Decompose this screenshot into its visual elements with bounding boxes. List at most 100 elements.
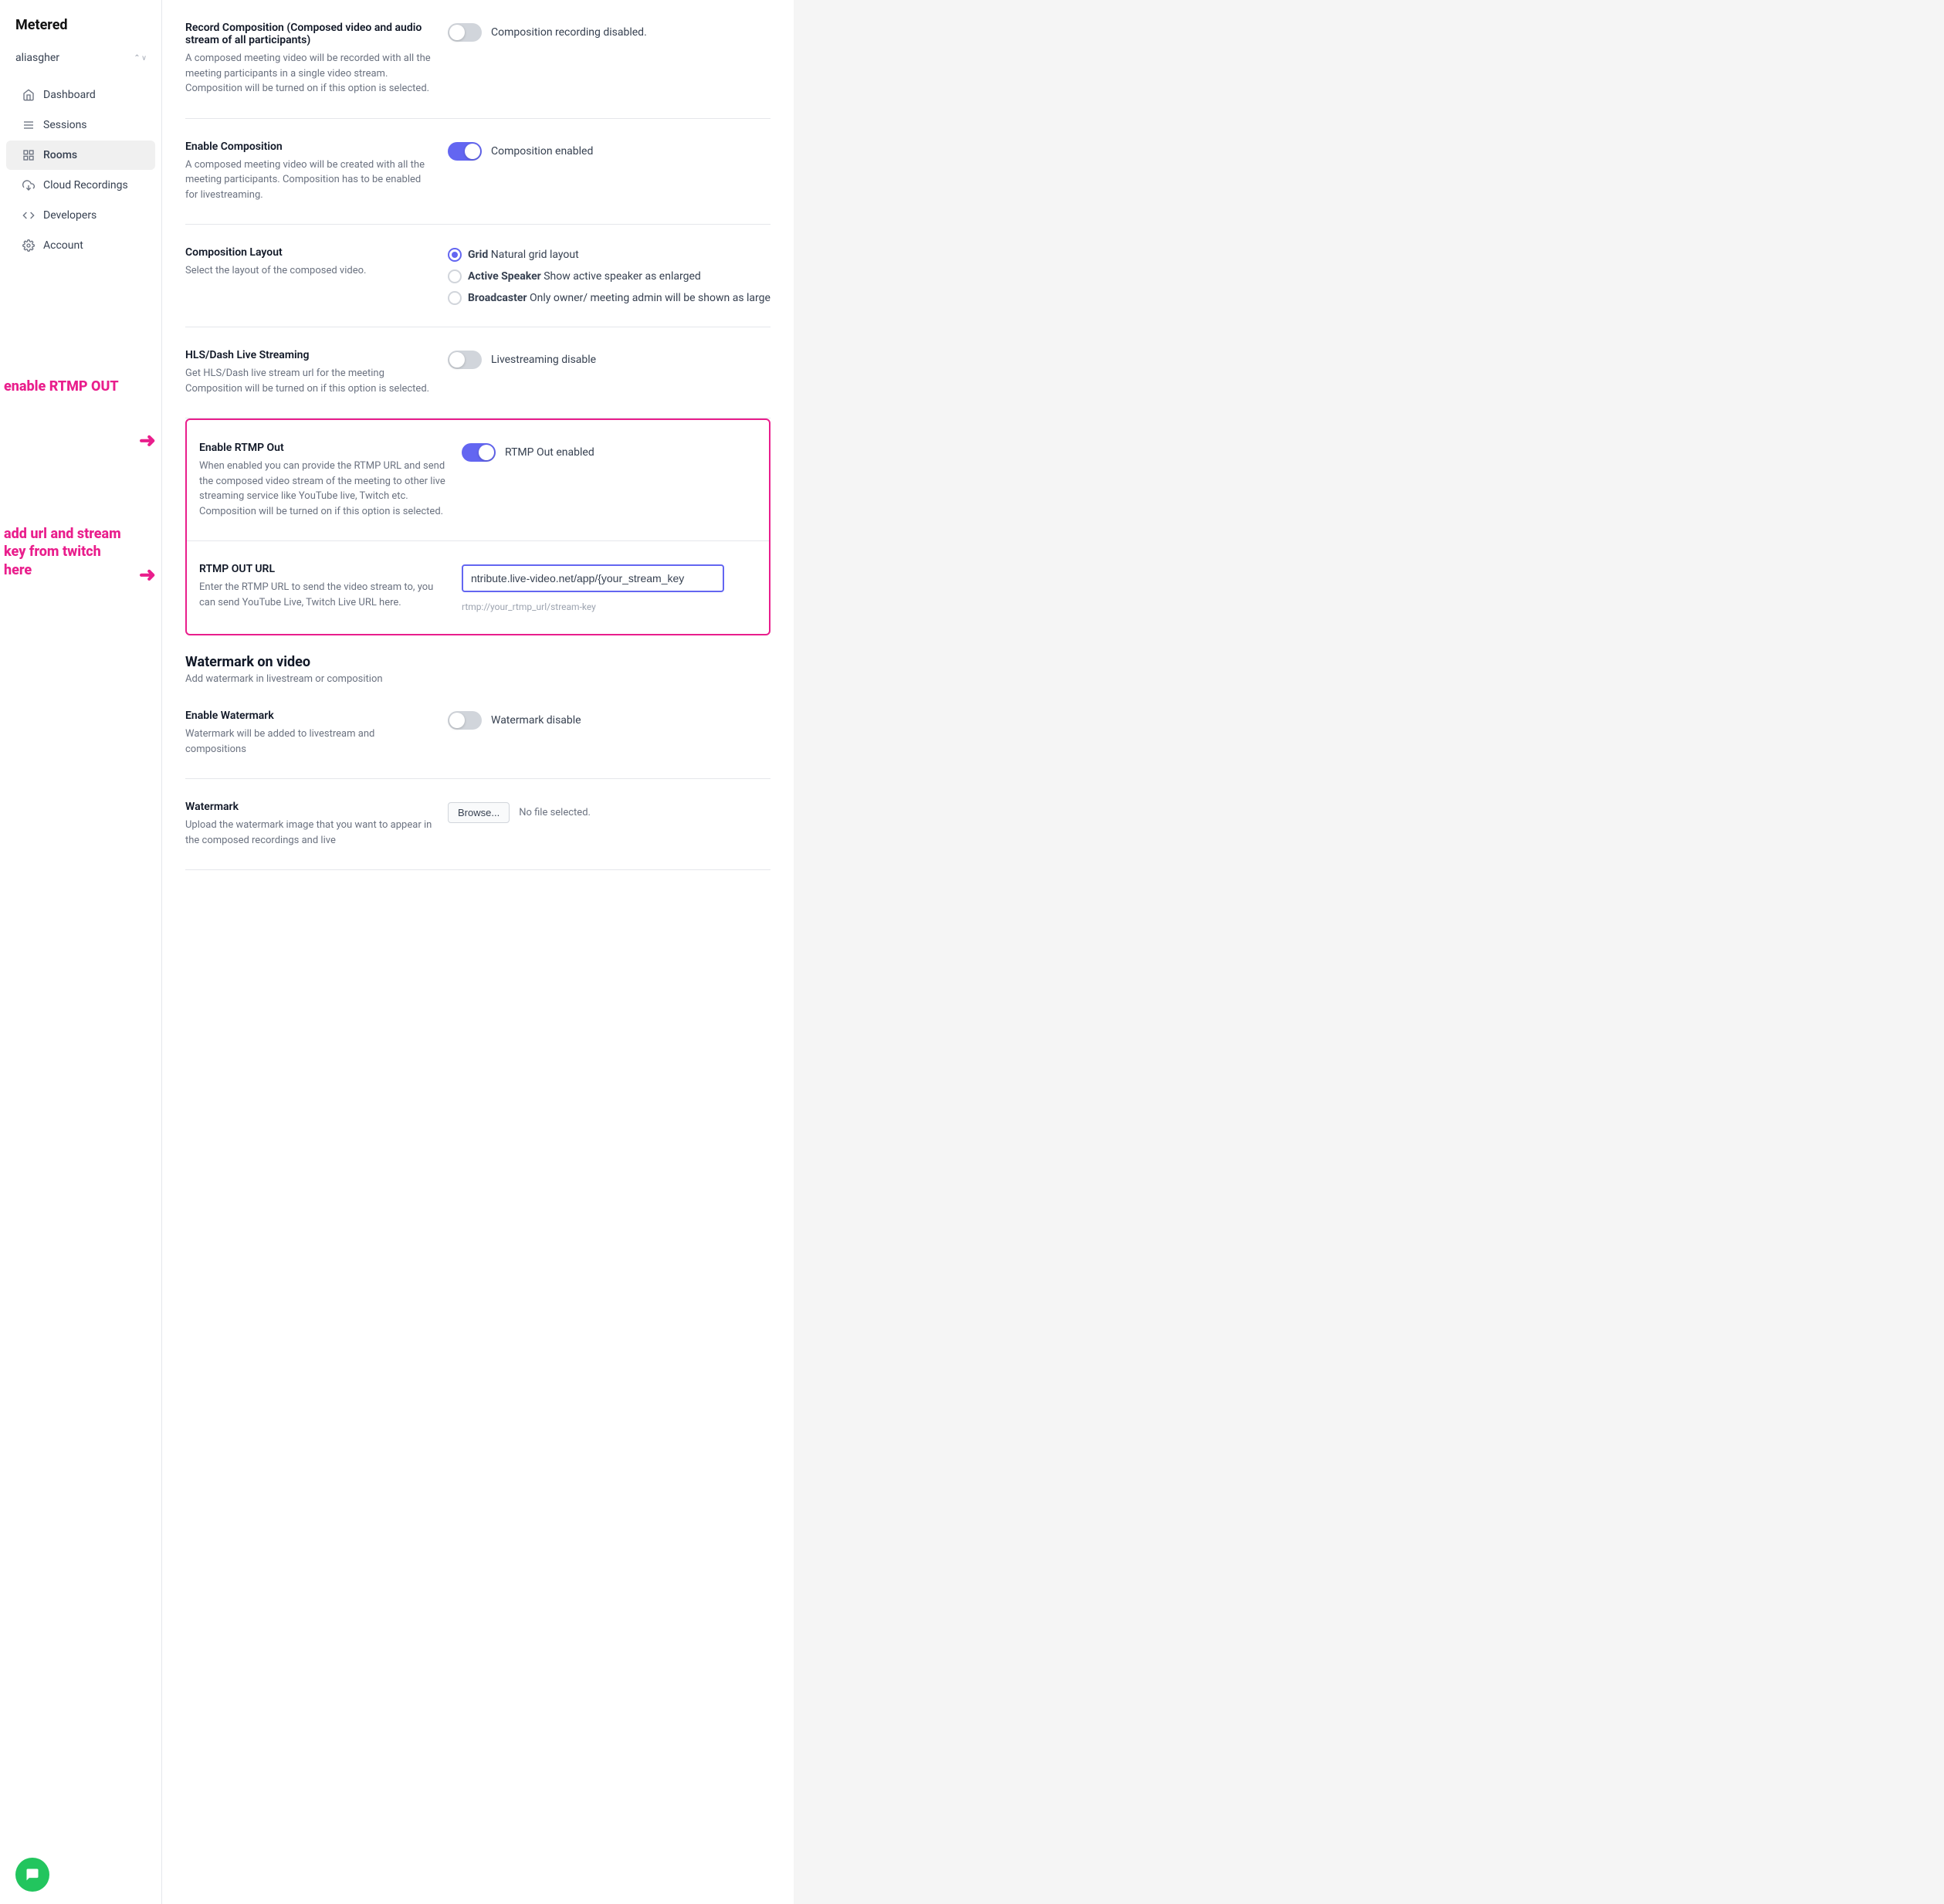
- record-composition-label-col: Record Composition (Composed video and a…: [185, 22, 432, 97]
- enable-composition-label-col: Enable Composition A composed meeting vi…: [185, 141, 432, 203]
- layout-active-speaker-label: Active Speaker Show active speaker as en…: [468, 270, 701, 283]
- sidebar-item-label: Developers: [43, 209, 97, 222]
- browse-button[interactable]: Browse...: [448, 802, 510, 823]
- sidebar-item-label: Account: [43, 239, 83, 252]
- enable-watermark-control: Watermark disable: [448, 710, 770, 730]
- rooms-icon: [22, 148, 36, 162]
- sidebar-item-label: Dashboard: [43, 89, 96, 101]
- sidebar-item-label: Cloud Recordings: [43, 179, 128, 191]
- sidebar-item-dashboard[interactable]: Dashboard: [6, 80, 155, 110]
- enable-watermark-label-col: Enable Watermark Watermark will be added…: [185, 710, 432, 757]
- rtmp-out-row: Enable RTMP Out When enabled you can pro…: [187, 420, 769, 541]
- enable-watermark-label: Enable Watermark: [185, 710, 432, 722]
- composition-layout-label-col: Composition Layout Select the layout of …: [185, 246, 432, 279]
- rtmp-url-label: RTMP OUT URL: [199, 563, 446, 575]
- record-composition-toggle-row: Composition recording disabled.: [448, 23, 770, 42]
- hls-dash-desc: Get HLS/Dash live stream url for the mee…: [185, 366, 432, 396]
- rtmp-out-label-col: Enable RTMP Out When enabled you can pro…: [199, 442, 446, 519]
- sidebar-footer: [0, 1845, 161, 1904]
- rtmp-out-status: RTMP Out enabled: [505, 446, 594, 459]
- rtmp-url-desc: Enter the RTMP URL to send the video str…: [199, 580, 446, 610]
- rtmp-url-control: rtmp://your_rtmp_url/stream-key: [462, 563, 757, 612]
- watermark-section-header: Watermark on video Add watermark in live…: [185, 635, 770, 688]
- rtmp-out-desc: When enabled you can provide the RTMP UR…: [199, 459, 446, 519]
- watermark-file-row: Watermark Upload the watermark image tha…: [185, 779, 770, 870]
- watermark-title: Watermark on video: [185, 654, 770, 670]
- sidebar-item-cloud-recordings[interactable]: Cloud Recordings: [6, 171, 155, 200]
- user-menu[interactable]: aliasgher ⌃ v: [0, 46, 161, 76]
- rtmp-out-control: RTMP Out enabled: [462, 442, 757, 462]
- hls-dash-toggle[interactable]: [448, 351, 482, 369]
- enable-composition-toggle[interactable]: [448, 142, 482, 161]
- hls-dash-label-col: HLS/Dash Live Streaming Get HLS/Dash liv…: [185, 349, 432, 396]
- app-logo: Metered: [0, 0, 161, 46]
- enable-composition-status: Composition enabled: [491, 145, 593, 158]
- sidebar-item-rooms[interactable]: Rooms: [6, 141, 155, 170]
- record-composition-control: Composition recording disabled.: [448, 22, 770, 42]
- sidebar-item-label: Rooms: [43, 149, 77, 161]
- gear-icon: [22, 239, 36, 252]
- sidebar-item-label: Sessions: [43, 119, 87, 131]
- watermark-file-label: Watermark: [185, 801, 432, 813]
- record-composition-toggle[interactable]: [448, 23, 482, 42]
- sidebar-item-sessions[interactable]: Sessions: [6, 110, 155, 140]
- enable-watermark-toggle-row: Watermark disable: [448, 711, 770, 730]
- layout-broadcaster-label: Broadcaster Only owner/ meeting admin wi…: [468, 292, 770, 304]
- rtmp-url-row: RTMP OUT URL Enter the RTMP URL to send …: [187, 541, 769, 634]
- rtmp-out-toggle[interactable]: [462, 443, 496, 462]
- developers-icon: [22, 208, 36, 222]
- composition-layout-desc: Select the layout of the composed video.: [185, 263, 432, 279]
- sidebar-item-account[interactable]: Account: [6, 231, 155, 260]
- enable-composition-control: Composition enabled: [448, 141, 770, 161]
- layout-grid-label: Grid Natural grid layout: [468, 249, 579, 261]
- enable-composition-toggle-row: Composition enabled: [448, 142, 770, 161]
- enable-watermark-toggle[interactable]: [448, 711, 482, 730]
- enable-composition-label: Enable Composition: [185, 141, 432, 153]
- enable-watermark-status: Watermark disable: [491, 714, 581, 727]
- enable-composition-desc: A composed meeting video will be created…: [185, 158, 432, 203]
- layout-option-broadcaster[interactable]: Broadcaster Only owner/ meeting admin wi…: [448, 291, 770, 305]
- cloud-icon: [22, 178, 36, 192]
- watermark-file-browse-row: Browse... No file selected.: [448, 802, 770, 823]
- record-composition-status: Composition recording disabled.: [491, 26, 647, 39]
- layout-radio-group: Grid Natural grid layout Active Speaker …: [448, 248, 770, 305]
- enable-composition-row: Enable Composition A composed meeting vi…: [185, 119, 770, 225]
- hls-dash-toggle-row: Livestreaming disable: [448, 351, 770, 369]
- sidebar-item-developers[interactable]: Developers: [6, 201, 155, 230]
- hls-dash-row: HLS/Dash Live Streaming Get HLS/Dash liv…: [185, 327, 770, 418]
- rtmp-url-hint: rtmp://your_rtmp_url/stream-key: [462, 601, 757, 612]
- enable-watermark-desc: Watermark will be added to livestream an…: [185, 727, 432, 757]
- chevron-icon: ⌃ v: [134, 54, 146, 63]
- record-composition-row: Record Composition (Composed video and a…: [185, 0, 770, 119]
- sidebar-nav: Dashboard Sessions Rooms Cloud Recording…: [0, 76, 161, 1845]
- radio-active-speaker[interactable]: [448, 269, 462, 283]
- radio-broadcaster[interactable]: [448, 291, 462, 305]
- composition-layout-label: Composition Layout: [185, 246, 432, 259]
- sessions-icon: [22, 118, 36, 132]
- rtmp-url-label-col: RTMP OUT URL Enter the RTMP URL to send …: [199, 563, 446, 610]
- no-file-text: No file selected.: [519, 807, 591, 818]
- chat-button[interactable]: [15, 1858, 49, 1892]
- hls-dash-control: Livestreaming disable: [448, 349, 770, 369]
- layout-option-active-speaker[interactable]: Active Speaker Show active speaker as en…: [448, 269, 770, 283]
- enable-watermark-row: Enable Watermark Watermark will be added…: [185, 688, 770, 779]
- watermark-file-label-col: Watermark Upload the watermark image tha…: [185, 801, 432, 848]
- hls-dash-label: HLS/Dash Live Streaming: [185, 349, 432, 361]
- rtmp-out-toggle-row: RTMP Out enabled: [462, 443, 757, 462]
- rtmp-out-label: Enable RTMP Out: [199, 442, 446, 454]
- composition-layout-row: Composition Layout Select the layout of …: [185, 225, 770, 327]
- watermark-file-desc: Upload the watermark image that you want…: [185, 818, 432, 848]
- home-icon: [22, 88, 36, 102]
- layout-option-grid[interactable]: Grid Natural grid layout: [448, 248, 770, 262]
- radio-grid[interactable]: [448, 248, 462, 262]
- username: aliasgher: [15, 52, 59, 64]
- watermark-file-control: Browse... No file selected.: [448, 801, 770, 823]
- record-composition-desc: A composed meeting video will be recorde…: [185, 51, 432, 97]
- hls-dash-status: Livestreaming disable: [491, 354, 596, 366]
- watermark-subtitle: Add watermark in livestream or compositi…: [185, 673, 770, 685]
- record-composition-label: Record Composition (Composed video and a…: [185, 22, 432, 46]
- rtmp-highlight-box: Enable RTMP Out When enabled you can pro…: [185, 418, 770, 635]
- composition-layout-control: Grid Natural grid layout Active Speaker …: [448, 246, 770, 305]
- rtmp-url-input[interactable]: [462, 564, 724, 592]
- sidebar: Metered aliasgher ⌃ v Dashboard Sessions: [0, 0, 162, 1904]
